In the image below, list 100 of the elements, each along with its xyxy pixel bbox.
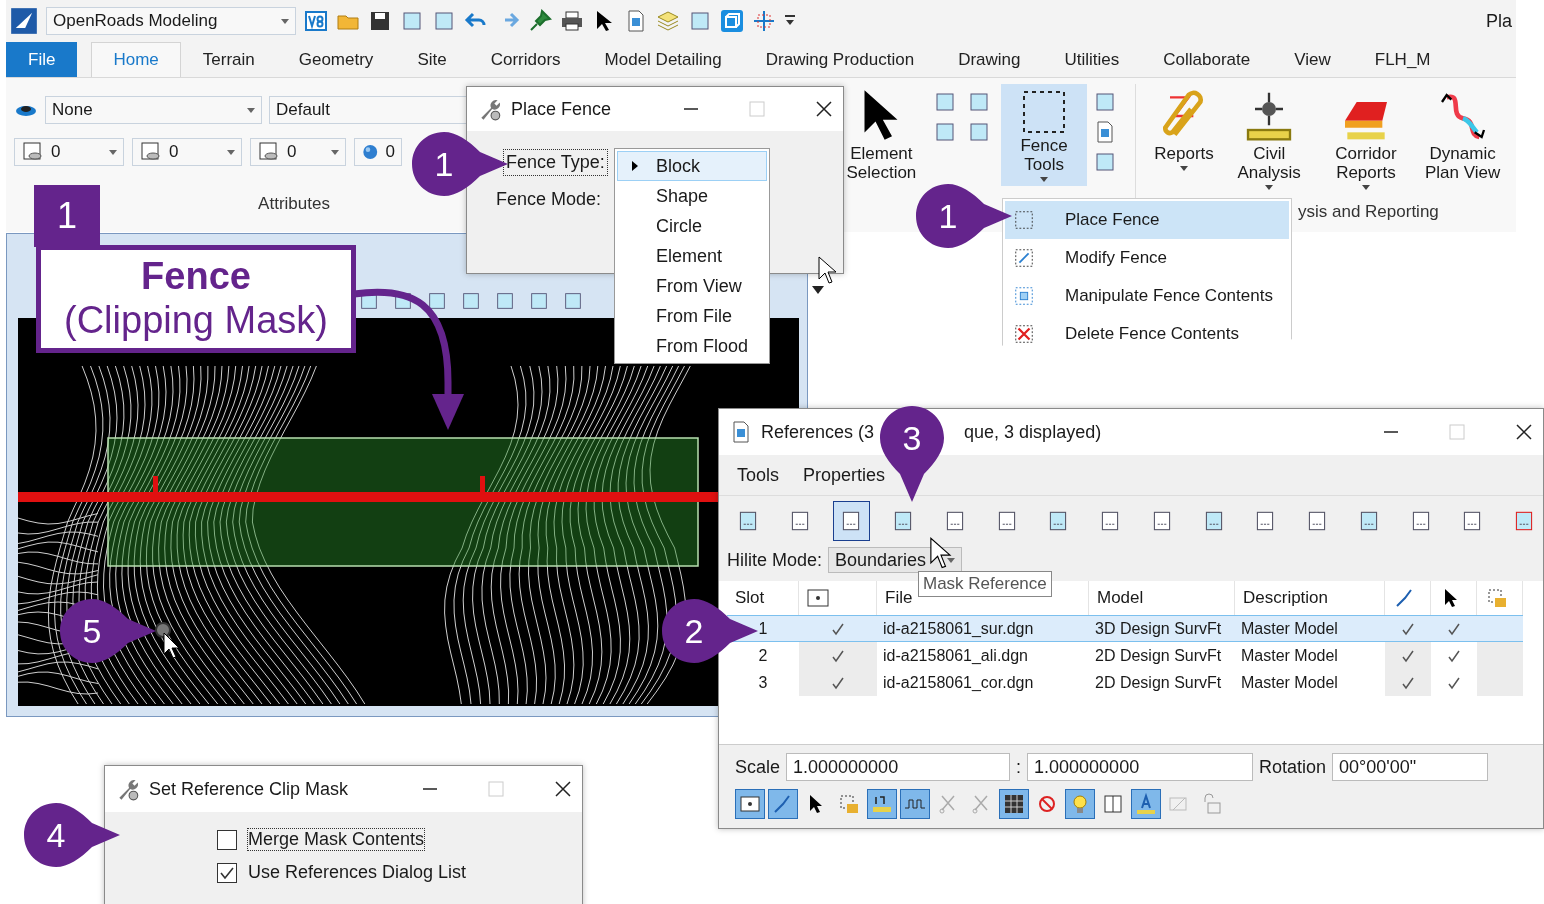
- menu-item[interactable]: Delete Fence Contents: [1005, 315, 1289, 353]
- close-icon[interactable]: [815, 100, 833, 118]
- ribbon-tab[interactable]: Utilities: [1042, 42, 1142, 77]
- crosshair-icon[interactable]: [752, 9, 776, 33]
- delete-fence-icon: [1013, 323, 1035, 345]
- label-subtitle: (Clipping Mask): [64, 298, 328, 343]
- list-option[interactable]: Circle: [617, 211, 767, 241]
- ribbon-button[interactable]: Civil Analysis: [1223, 84, 1315, 194]
- table-cell: 3D Design SurvFt: [1089, 615, 1235, 642]
- app-logo-icon[interactable]: [10, 7, 38, 35]
- toggle-button[interactable]: [1065, 789, 1095, 819]
- input-field[interactable]: 1.000000000: [1027, 753, 1254, 781]
- checkbox-label[interactable]: Merge Mask Contents: [247, 828, 426, 851]
- list-option[interactable]: From File: [617, 301, 767, 331]
- list-option[interactable]: From View: [617, 271, 767, 301]
- mask-reference-button[interactable]: [832, 500, 871, 541]
- ribbon-button[interactable]: Fence Tools: [1000, 84, 1088, 186]
- attribute-dropdown[interactable]: 0: [14, 138, 124, 166]
- menu-item[interactable]: Properties: [803, 464, 886, 486]
- ribbon-button[interactable]: Reports: [1150, 84, 1218, 184]
- table-cell-text: 3: [757, 672, 769, 693]
- lock-icon: [837, 792, 861, 816]
- window-title: References (3: [761, 421, 875, 443]
- toggle-button[interactable]: [768, 789, 798, 819]
- tool-icon[interactable]: [426, 290, 448, 312]
- input-field[interactable]: 00°00'00": [1332, 753, 1489, 781]
- table-cell-text: Master Model: [1240, 645, 1339, 666]
- ribbon-tab[interactable]: Collaborate: [1141, 42, 1273, 77]
- checkbox-label[interactable]: Use References Dialog List: [247, 861, 468, 884]
- ribbon-tab[interactable]: Drawing: [936, 42, 1043, 77]
- table-cell-text: 2D Design SurvFt: [1094, 645, 1223, 666]
- caret-icon[interactable]: [811, 285, 825, 295]
- ribbon-tab[interactable]: View: [1272, 42, 1353, 77]
- manipulate-fence-icon: [1013, 285, 1035, 307]
- table-cell: Master Model: [1235, 615, 1385, 642]
- toggle-button[interactable]: [735, 789, 765, 819]
- list-option[interactable]: From Flood: [617, 331, 767, 361]
- table-cell-text: 2: [757, 645, 769, 666]
- style-dropdown[interactable]: Default: [269, 96, 469, 124]
- list-option[interactable]: Block: [617, 151, 767, 181]
- table-cell-text: id-a2158061_cor.dgn: [882, 672, 1035, 693]
- toggle-button[interactable]: [1131, 789, 1161, 819]
- step-label: 1: [34, 185, 100, 247]
- field-label: Rotation: [1259, 756, 1327, 778]
- ribbon-tab[interactable]: Home: [91, 42, 181, 77]
- toggle-button[interactable]: [900, 789, 930, 819]
- save-icon[interactable]: [368, 9, 392, 33]
- ribbon-tab[interactable]: Drawing Production: [743, 42, 937, 77]
- grid-icon: [1002, 792, 1026, 816]
- ribbon-tab[interactable]: Site: [395, 42, 469, 77]
- workflow-dropdown[interactable]: OpenRoads Modeling: [46, 7, 296, 35]
- window-title: Pla: [1486, 10, 1512, 32]
- ribbon-tab[interactable]: FLH_M: [1352, 42, 1453, 77]
- tool-icon[interactable]: [562, 290, 584, 312]
- attribute-dropdown[interactable]: 0: [250, 138, 346, 166]
- ribbon-tab[interactable]: Terrain: [180, 42, 277, 77]
- ribbon-tab[interactable]: Geometry: [276, 42, 396, 77]
- label-title: Fence: [141, 255, 251, 297]
- table-cell: id-a2158061_sur.dgn: [877, 615, 1089, 642]
- pin-icon[interactable]: [528, 9, 552, 33]
- attribute-dropdown[interactable]: 0: [132, 138, 242, 166]
- ribbon-tab[interactable]: File: [6, 42, 78, 77]
- menu-item[interactable]: Manipulate Fence Contents: [1005, 277, 1289, 315]
- attribute-dropdown[interactable]: 0: [354, 138, 402, 166]
- ribbon-tab[interactable]: Corridors: [468, 42, 583, 77]
- checkbox[interactable]: [217, 862, 237, 883]
- v8-icon[interactable]: [304, 9, 328, 33]
- text-ruler-icon: [1134, 792, 1158, 816]
- checkbox[interactable]: [217, 829, 237, 850]
- print-icon[interactable]: [560, 9, 584, 33]
- table-cell-text: Master Model: [1240, 672, 1339, 693]
- ribbon-button[interactable]: Corridor Reports: [1320, 84, 1412, 194]
- modify-fence-icon: [1013, 247, 1035, 269]
- tool-icon[interactable]: [528, 290, 550, 312]
- input-field[interactable]: 1.000000000: [786, 753, 1011, 781]
- toggle-button[interactable]: [867, 789, 897, 819]
- table-cell-text: 2D Design SurvFt: [1094, 672, 1223, 693]
- tool-icon[interactable]: [494, 290, 516, 312]
- menu-item[interactable]: Place Fence: [1005, 201, 1289, 239]
- mouse-cursor-icon: [163, 632, 180, 659]
- window-title: que, 3 displayed): [964, 421, 1102, 443]
- list-option[interactable]: Element: [617, 241, 767, 271]
- tooltip: Mask Reference: [918, 571, 1052, 597]
- close-icon[interactable]: [554, 780, 572, 798]
- hilite-mode-dropdown[interactable]: Boundaries: [828, 547, 963, 573]
- lock-icon: [1485, 586, 1509, 610]
- book-icon: [1101, 792, 1125, 816]
- dialog-title: Set Reference Clip Mask: [149, 778, 349, 800]
- menu-item[interactable]: Tools: [737, 464, 780, 486]
- list-option[interactable]: Shape: [617, 181, 767, 211]
- empty-table-cell: [1477, 642, 1523, 669]
- dashed-square-icon: [1013, 209, 1035, 231]
- cube-icon[interactable]: [720, 9, 744, 33]
- toggle-button[interactable]: [999, 789, 1029, 819]
- display-column-icon: [807, 589, 829, 607]
- ribbon-tab[interactable]: Model Detailing: [582, 42, 744, 77]
- level-dropdown[interactable]: None: [45, 96, 262, 124]
- tool-icon[interactable]: [460, 290, 482, 312]
- close-icon[interactable]: [1515, 423, 1533, 441]
- ribbon-button[interactable]: Dynamic Plan View: [1417, 84, 1508, 186]
